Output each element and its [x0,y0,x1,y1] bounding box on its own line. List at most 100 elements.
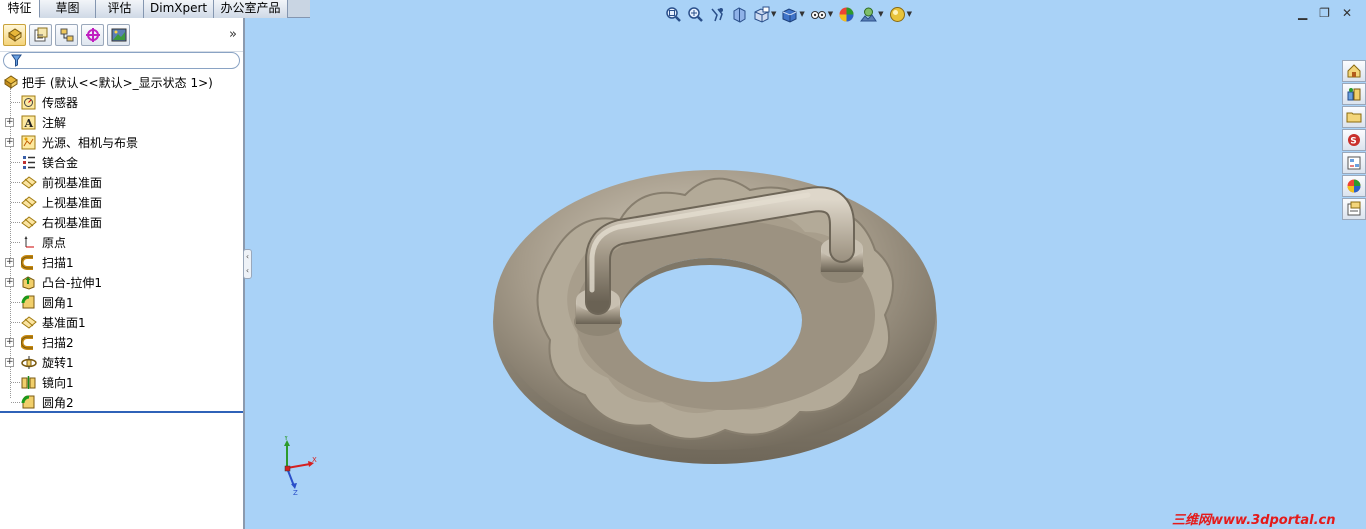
dimxpert-manager-icon [85,27,100,42]
svg-text:S: S [1350,137,1356,147]
feature-manager-tab[interactable] [3,23,26,46]
search-button[interactable]: S [1342,129,1366,151]
view-orientation-icon[interactable]: ▼ [753,5,776,23]
triad-x-label: X [312,456,317,464]
model-handle-part[interactable] [480,150,950,480]
triad-y-label: Y [283,436,289,442]
tab-evaluate[interactable]: 评估 [96,0,144,18]
tree-item-fillet2[interactable]: 圆角2 [0,392,243,412]
heads-up-view-toolbar: ▼ ▼ ▼ ▼ ▼ [665,5,912,23]
svg-text:A: A [24,117,34,130]
tree-item-annotations[interactable]: + A 注解 [0,112,243,132]
rollback-bar[interactable] [0,411,243,413]
sweep-icon [20,334,37,351]
tree-item-lights-cameras-scene[interactable]: + 光源、相机与布景 [0,132,243,152]
property-manager-tab[interactable] [29,23,52,46]
plane-icon [20,194,37,211]
property-manager-icon [34,27,47,41]
tree-item-sweep1[interactable]: + 扫描1 [0,252,243,272]
tab-office-products[interactable]: 办公室产品 [214,0,288,18]
filter-icon [11,54,22,67]
file-explorer-icon [1346,112,1362,123]
tree-item-fillet1[interactable]: 圆角1 [0,292,243,312]
extrude-icon [20,274,37,291]
tree-item-right-plane[interactable]: 右视基准面 [0,212,243,232]
part-icon [2,74,19,91]
more-tabs-icon[interactable]: » [229,27,237,42]
plane-icon [20,214,37,231]
tree-item-boss-extrude1[interactable]: + 凸台-拉伸1 [0,272,243,292]
view-palette-icon [1347,156,1361,170]
task-pane: S [1342,60,1366,220]
design-library-icon [1347,88,1361,101]
sweep-icon [20,254,37,271]
feature-manager-icon [7,27,22,42]
display-manager-tab[interactable] [107,23,130,46]
previous-view-icon[interactable] [709,5,726,23]
expand-icon[interactable]: + [5,357,14,367]
search-icon: S [1348,134,1360,147]
solidworks-resources-icon [1347,64,1361,78]
expand-icon[interactable]: + [5,117,14,127]
display-manager-icon [111,28,126,41]
tree-item-sweep2[interactable]: + 扫描2 [0,332,243,352]
configuration-manager-tab[interactable] [55,23,78,46]
plane-icon [20,314,37,331]
manager-toolbar: » [0,18,243,52]
tree-item-origin[interactable]: 原点 [0,232,243,252]
watermark-text: 三维网www.3dportal.cn [1172,513,1336,528]
lights-cameras-icon [20,134,37,151]
expand-icon[interactable]: + [5,137,14,147]
plane-icon [20,174,37,191]
origin-icon [20,234,37,251]
appearances-button[interactable] [1342,175,1366,197]
tab-sketch[interactable]: 草图 [40,0,96,18]
tree-item-plane1[interactable]: 基准面1 [0,312,243,332]
tree-item-top-plane[interactable]: 上视基准面 [0,192,243,212]
appearances-icon [1347,179,1361,193]
fillet-icon [20,394,37,411]
tree-item-mirror1[interactable]: 镜向1 [0,372,243,392]
panel-collapse-handle[interactable]: ‹ ‹ [243,249,252,279]
feature-tree: 把手 (默认<<默认>_显示状态 1>) 传感器 + A 注解 + 光源、相机与… [0,72,243,412]
expand-icon[interactable]: + [5,337,14,347]
expand-icon[interactable]: + [5,277,14,287]
fillet-icon [20,294,37,311]
restore-icon[interactable]: ❐ [1319,6,1330,20]
apply-scene-icon[interactable]: ▼ [860,5,884,23]
tree-item-revolve1[interactable]: + 旋转1 [0,352,243,372]
tab-features[interactable]: 特征 [0,0,40,18]
hide-show-items-icon[interactable]: ▼ [810,5,833,23]
view-palette-button[interactable] [1342,152,1366,174]
custom-properties-icon [1347,201,1361,216]
material-icon [20,154,37,171]
close-icon[interactable]: ✕ [1342,6,1352,20]
tree-root-label: 把手 (默认<<默认>_显示状态 1>) [22,75,213,90]
revolve-icon [20,354,37,371]
file-explorer-button[interactable] [1342,106,1366,128]
view-settings-icon[interactable]: ▼ [889,5,912,23]
dimxpert-manager-tab[interactable] [81,23,104,46]
command-manager-tabs: 特征 草图 评估 DimXpert 办公室产品 [0,0,310,18]
zoom-to-fit-icon[interactable] [665,5,682,23]
expand-icon[interactable]: + [5,257,14,267]
feature-tree-filter[interactable] [3,52,240,69]
tab-dimxpert[interactable]: DimXpert [144,0,214,18]
annotation-icon: A [20,114,37,131]
tree-root-part[interactable]: 把手 (默认<<默认>_显示状态 1>) [0,72,243,92]
edit-appearance-icon[interactable] [838,5,855,23]
minimize-icon[interactable]: ▁ [1298,6,1307,20]
solidworks-resources-button[interactable] [1342,60,1366,82]
tree-item-front-plane[interactable]: 前视基准面 [0,172,243,192]
configuration-manager-icon [60,28,73,41]
custom-properties-button[interactable] [1342,198,1366,220]
zoom-to-area-icon[interactable] [687,5,704,23]
design-library-button[interactable] [1342,83,1366,105]
display-style-icon[interactable]: ▼ [781,5,805,23]
feature-manager-panel: » 把手 (默认<<默认>_显示状态 1>) 传感器 + A 注解 + 光源、相… [0,18,245,529]
tree-item-material[interactable]: 镁合金 [0,152,243,172]
sensor-icon [20,94,37,111]
document-window-controls: ▁ ❐ ✕ [1298,6,1352,20]
tree-item-sensors[interactable]: 传感器 [0,92,243,112]
section-view-icon[interactable] [731,5,748,23]
